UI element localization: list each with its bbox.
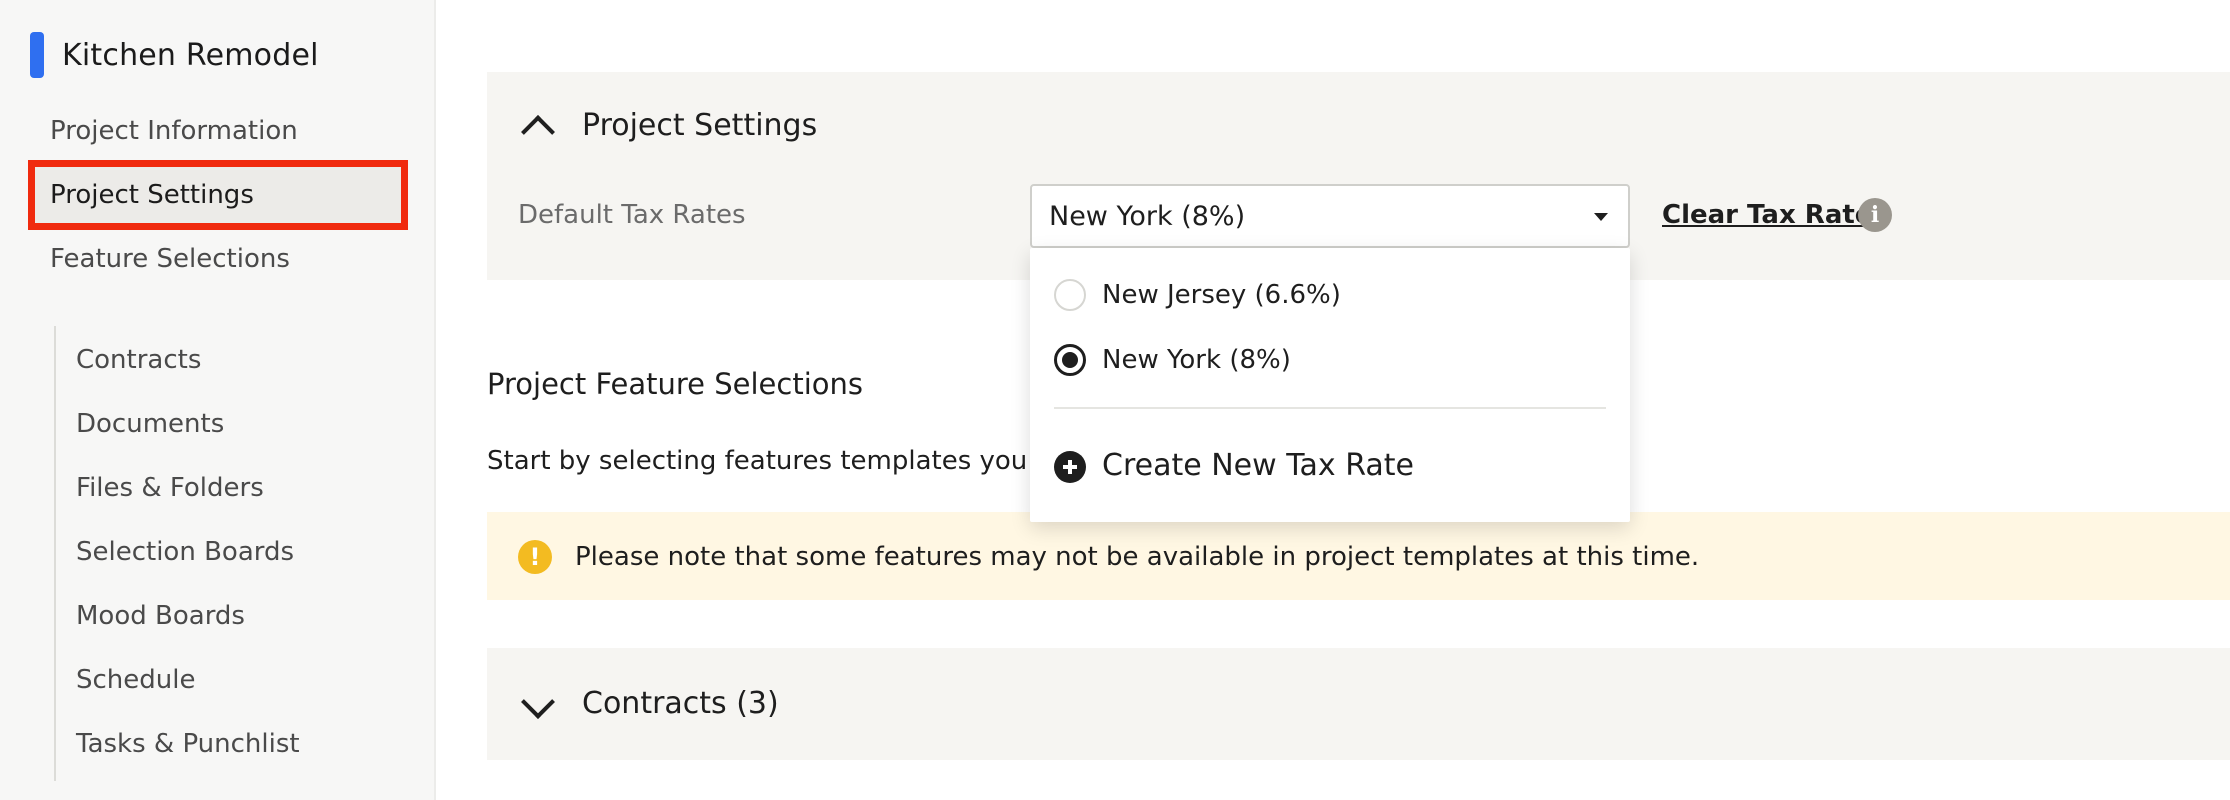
tax-option-label: New York (8%) <box>1102 345 1291 375</box>
tax-option-new-york[interactable]: New York (8%) <box>1054 336 1614 386</box>
sidebar-item-contracts[interactable]: Contracts <box>76 345 201 375</box>
caret-down-icon <box>1594 213 1608 221</box>
contracts-panel-title[interactable]: Contracts (3) <box>582 686 779 721</box>
info-icon[interactable]: i <box>1858 198 1892 232</box>
dropdown-divider <box>1054 407 1606 409</box>
sidebar: Kitchen Remodel Project Information Proj… <box>0 0 436 800</box>
chevron-down-icon[interactable] <box>521 685 555 719</box>
sidebar-item-project-information[interactable]: Project Information <box>50 116 298 146</box>
tax-rate-dropdown: New Jersey (6.6%) New York (8%) Create N… <box>1030 248 1630 522</box>
clear-tax-rate-link[interactable]: Clear Tax Rate <box>1662 200 1872 230</box>
feature-selections-description: Start by selecting features templates yo… <box>487 446 1057 476</box>
sidebar-item-mood-boards[interactable]: Mood Boards <box>76 601 245 631</box>
default-tax-rates-label: Default Tax Rates <box>518 200 746 230</box>
notice-text: Please note that some features may not b… <box>575 542 1700 572</box>
warning-icon: ! <box>518 540 552 574</box>
project-title-row: Kitchen Remodel <box>30 32 319 78</box>
project-title: Kitchen Remodel <box>62 37 319 73</box>
sidebar-item-selection-boards[interactable]: Selection Boards <box>76 537 294 567</box>
notice-banner: ! Please note that some features may not… <box>487 512 2230 600</box>
sidebar-item-feature-selections[interactable]: Feature Selections <box>50 244 290 274</box>
radio-checked[interactable] <box>1054 344 1086 376</box>
tax-option-label: New Jersey (6.6%) <box>1102 280 1341 310</box>
sidebar-item-files-folders[interactable]: Files & Folders <box>76 473 264 503</box>
create-new-tax-rate-button[interactable]: Create New Tax Rate <box>1054 442 1614 492</box>
plus-circle-icon <box>1054 451 1086 483</box>
chevron-up-icon[interactable] <box>521 115 555 149</box>
project-settings-title[interactable]: Project Settings <box>582 108 817 143</box>
sidebar-item-tasks-punchlist[interactable]: Tasks & Punchlist <box>76 729 300 759</box>
sidebar-item-project-settings[interactable]: Project Settings <box>28 160 408 230</box>
sidebar-item-schedule[interactable]: Schedule <box>76 665 195 695</box>
project-accent-bar <box>30 32 44 78</box>
contracts-panel[interactable]: Contracts (3) <box>487 648 2230 760</box>
radio-unchecked[interactable] <box>1054 279 1086 311</box>
feature-selections-heading: Project Feature Selections <box>487 367 863 401</box>
tax-option-new-jersey[interactable]: New Jersey (6.6%) <box>1054 271 1614 321</box>
sidebar-item-documents[interactable]: Documents <box>76 409 224 439</box>
tax-rate-selected-value: New York (8%) <box>1049 201 1246 232</box>
sidebar-sub-divider <box>54 326 56 781</box>
create-new-tax-rate-label: Create New Tax Rate <box>1102 448 1415 483</box>
tax-rate-select[interactable]: New York (8%) <box>1030 184 1630 248</box>
